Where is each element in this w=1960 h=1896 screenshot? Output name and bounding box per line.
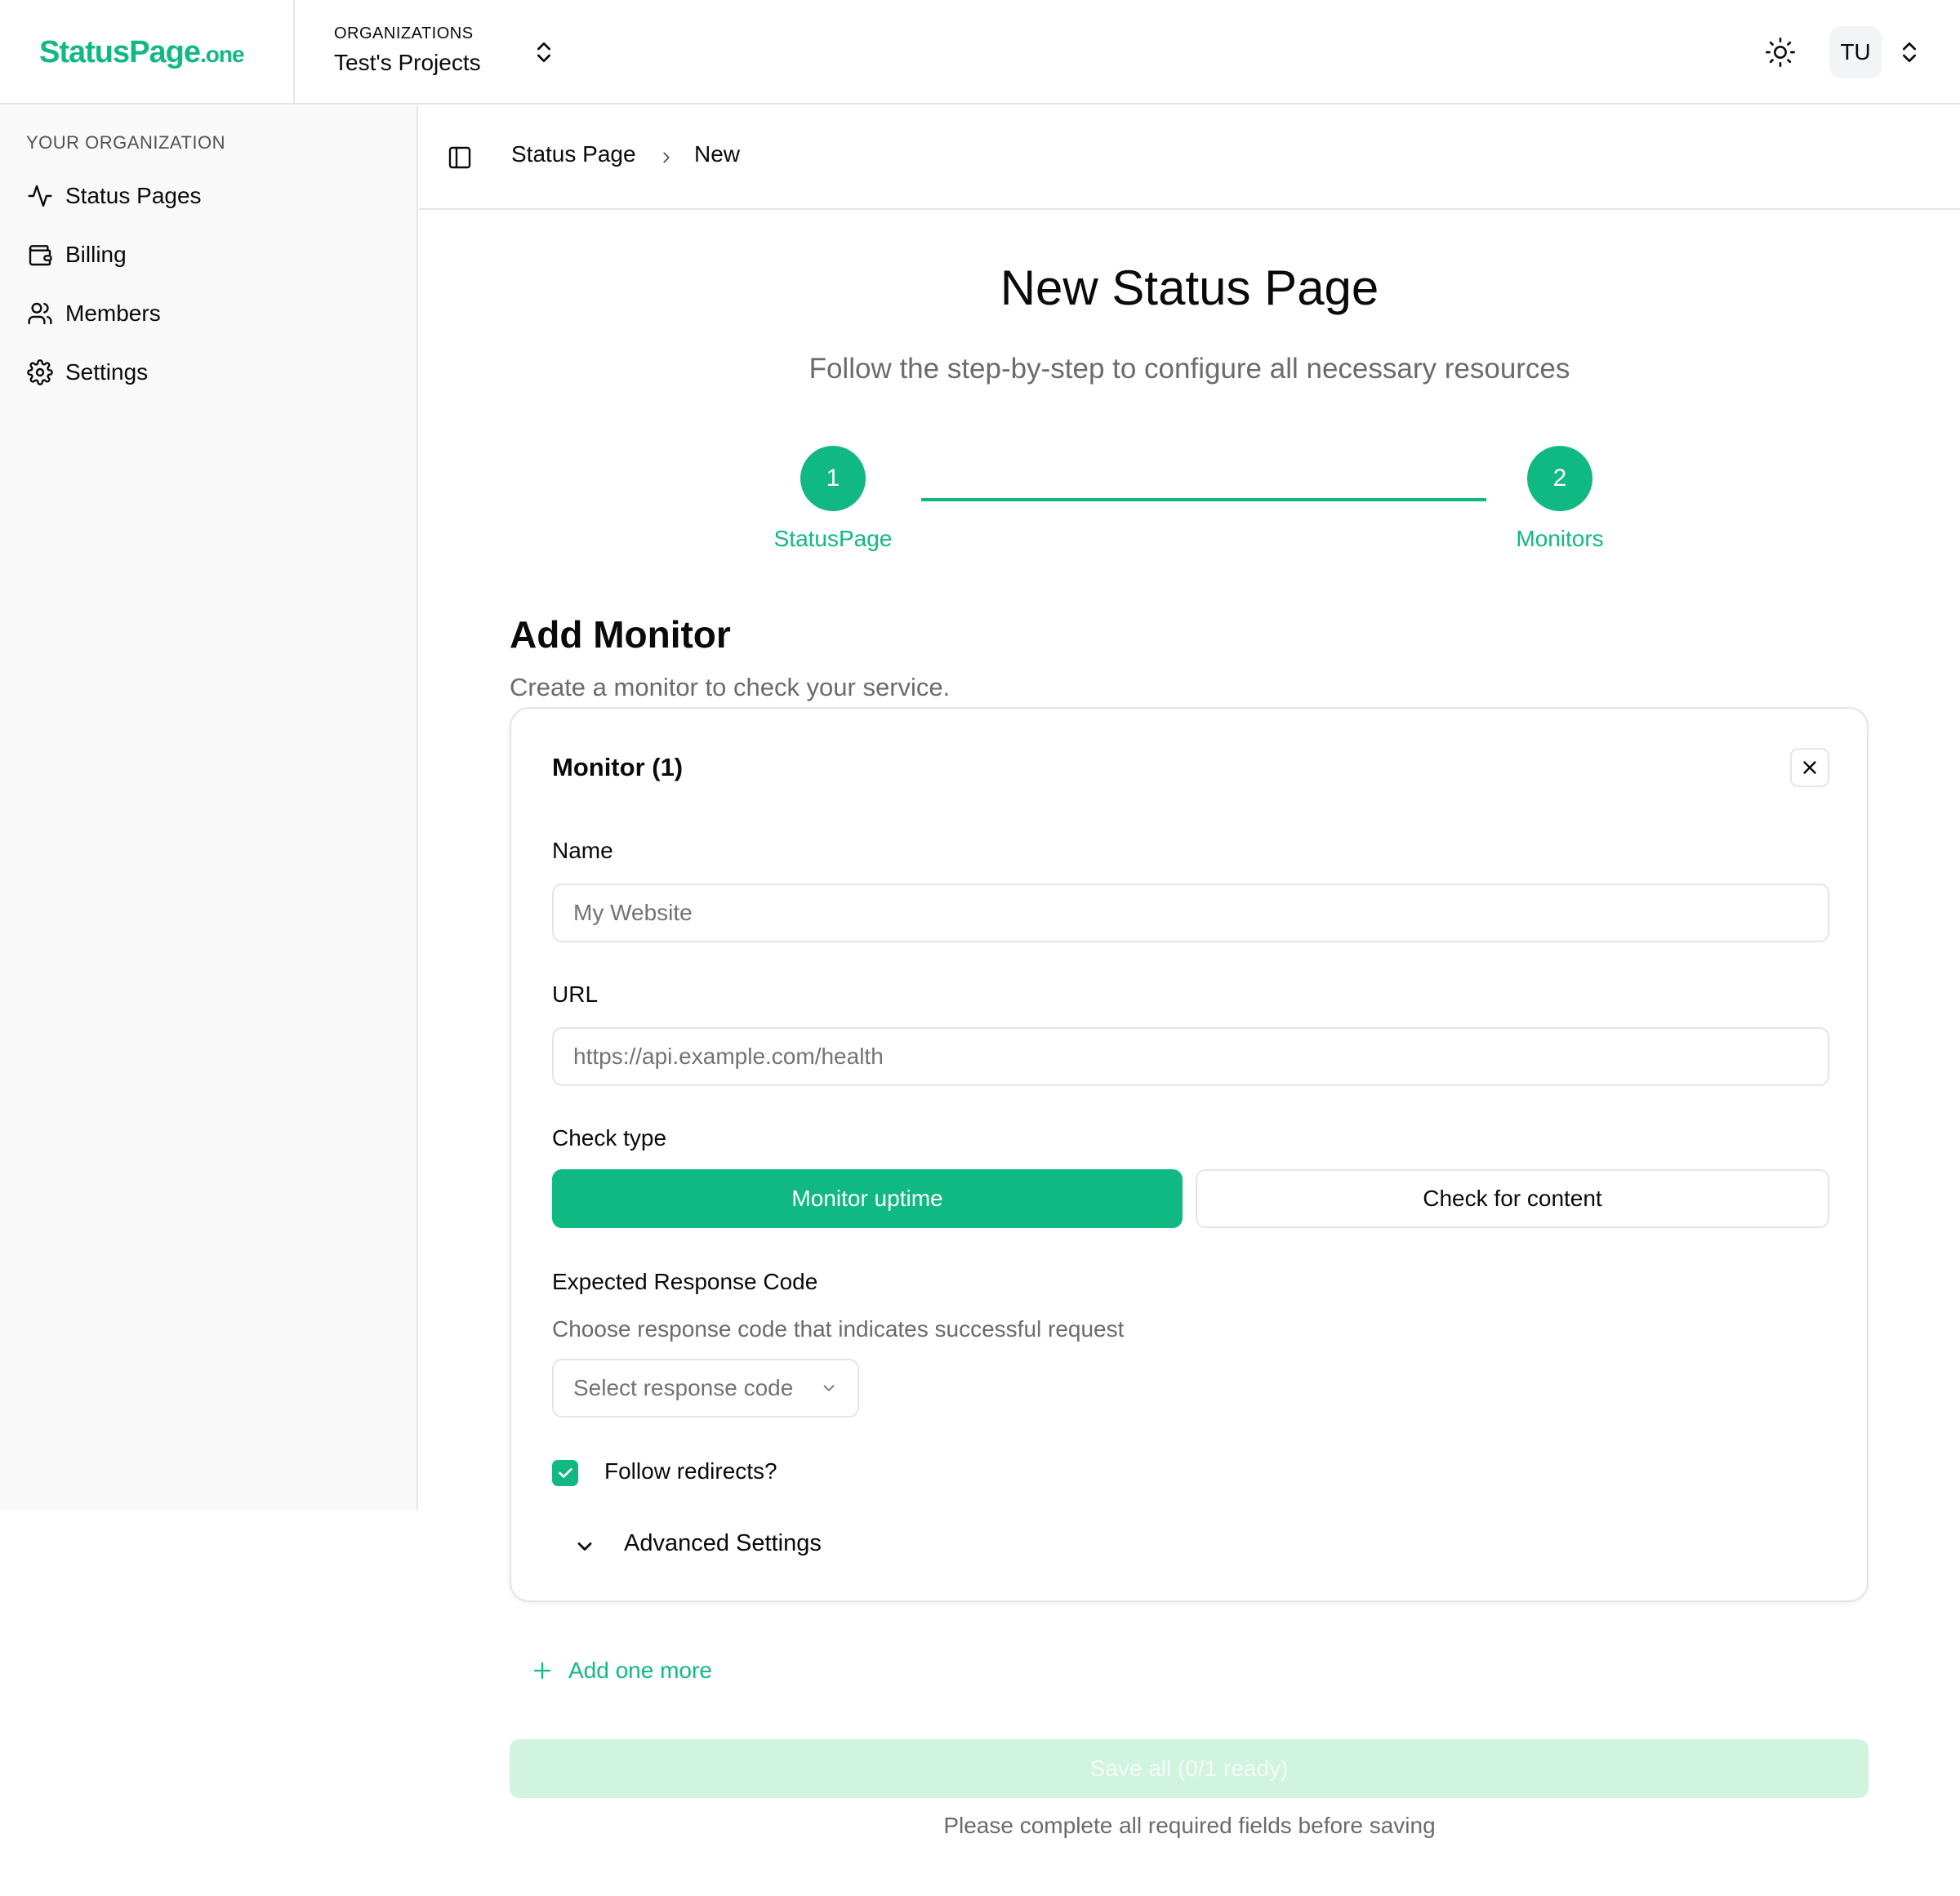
response-code-help: Choose response code that indicates succ… <box>552 1316 1125 1342</box>
chevron-right-icon <box>663 152 670 163</box>
follow-redirects-checkbox[interactable] <box>552 1460 578 1486</box>
chevron-down-icon <box>823 1385 835 1391</box>
chevron-down-icon[interactable] <box>573 1535 596 1558</box>
name-input[interactable] <box>552 883 1829 942</box>
sidebar-item-label: Settings <box>65 359 149 385</box>
check-type-label: Check type <box>552 1125 667 1151</box>
stepper-connector <box>921 498 1486 501</box>
step-2-circle: 2 <box>1527 446 1592 511</box>
monitor-card: Monitor (1) Name URL Check type Monitor … <box>510 707 1869 1602</box>
sidebar-toggle-icon[interactable] <box>447 145 473 171</box>
chevrons-up-down-icon[interactable] <box>531 38 557 67</box>
wallet-icon <box>26 241 54 269</box>
sidebar-item-members[interactable]: Members <box>26 294 161 333</box>
advanced-settings-toggle[interactable]: Advanced Settings <box>624 1530 822 1557</box>
sidebar-item-settings[interactable]: Settings <box>26 353 148 392</box>
logo-main: StatusPage <box>39 34 201 69</box>
add-one-more-button[interactable]: Add one more <box>532 1654 712 1687</box>
step-1-label: StatusPage <box>773 526 893 551</box>
url-input[interactable] <box>552 1027 1829 1086</box>
org-name: Test's Projects <box>334 50 481 75</box>
avatar[interactable]: TU <box>1829 26 1882 78</box>
page-title: New Status Page <box>1000 260 1379 315</box>
sidebar-item-label: Members <box>65 300 161 326</box>
response-code-label: Expected Response Code <box>552 1269 818 1294</box>
gear-icon <box>26 358 54 386</box>
sidebar-item-label: Billing <box>65 242 127 267</box>
close-icon <box>1803 761 1816 774</box>
url-label: URL <box>552 981 599 1007</box>
name-label: Name <box>552 838 613 863</box>
sidebar: YOUR ORGANIZATION Status Pages Billing M… <box>0 105 418 1510</box>
plus-icon <box>533 1662 551 1680</box>
sidebar-heading: YOUR ORGANIZATION <box>26 132 225 153</box>
top-header: StatusPage.one ORGANIZATIONS Test's Proj… <box>0 0 1960 105</box>
logo-suffix: .one <box>199 41 245 67</box>
breadcrumb-current: New <box>694 141 741 167</box>
chevrons-up-down-icon[interactable] <box>1896 38 1922 67</box>
monitor-card-title: Monitor (1) <box>552 753 684 781</box>
breadcrumb-status-page[interactable]: Status Page <box>511 141 636 167</box>
logo[interactable]: StatusPage.one <box>39 34 245 70</box>
sun-icon[interactable] <box>1764 36 1797 69</box>
save-note: Please complete all required fields befo… <box>943 1813 1436 1838</box>
page-subtitle: Follow the step-by-step to configure all… <box>808 353 1570 385</box>
save-all-button[interactable]: Save all (0/1 ready) <box>510 1739 1869 1798</box>
add-one-more-label: Add one more <box>568 1658 712 1683</box>
sidebar-item-label: Status Pages <box>65 183 202 208</box>
follow-redirects-label[interactable]: Follow redirects? <box>604 1458 777 1484</box>
response-code-select[interactable]: Select response code <box>552 1359 859 1418</box>
check-for-content-button[interactable]: Check for content <box>1196 1169 1829 1228</box>
activity-icon <box>26 182 54 210</box>
sidebar-item-billing[interactable]: Billing <box>26 235 127 274</box>
response-code-placeholder: Select response code <box>573 1375 794 1400</box>
check-icon <box>559 1468 572 1478</box>
breadcrumb-bar: Status Page New <box>419 105 1960 210</box>
remove-monitor-button[interactable] <box>1790 748 1829 787</box>
section-title: Add Monitor <box>510 613 731 656</box>
section-description: Create a monitor to check your service. <box>510 673 951 701</box>
org-label: ORGANIZATIONS <box>334 24 474 42</box>
logo-area: StatusPage.one <box>0 0 295 105</box>
users-icon <box>26 300 54 327</box>
sidebar-item-status-pages[interactable]: Status Pages <box>26 176 202 216</box>
monitor-uptime-button[interactable]: Monitor uptime <box>552 1169 1183 1228</box>
step-1-circle: 1 <box>800 446 866 511</box>
org-selector[interactable]: ORGANIZATIONS Test's Projects <box>334 24 481 76</box>
step-2-label: Monitors <box>1516 526 1604 551</box>
